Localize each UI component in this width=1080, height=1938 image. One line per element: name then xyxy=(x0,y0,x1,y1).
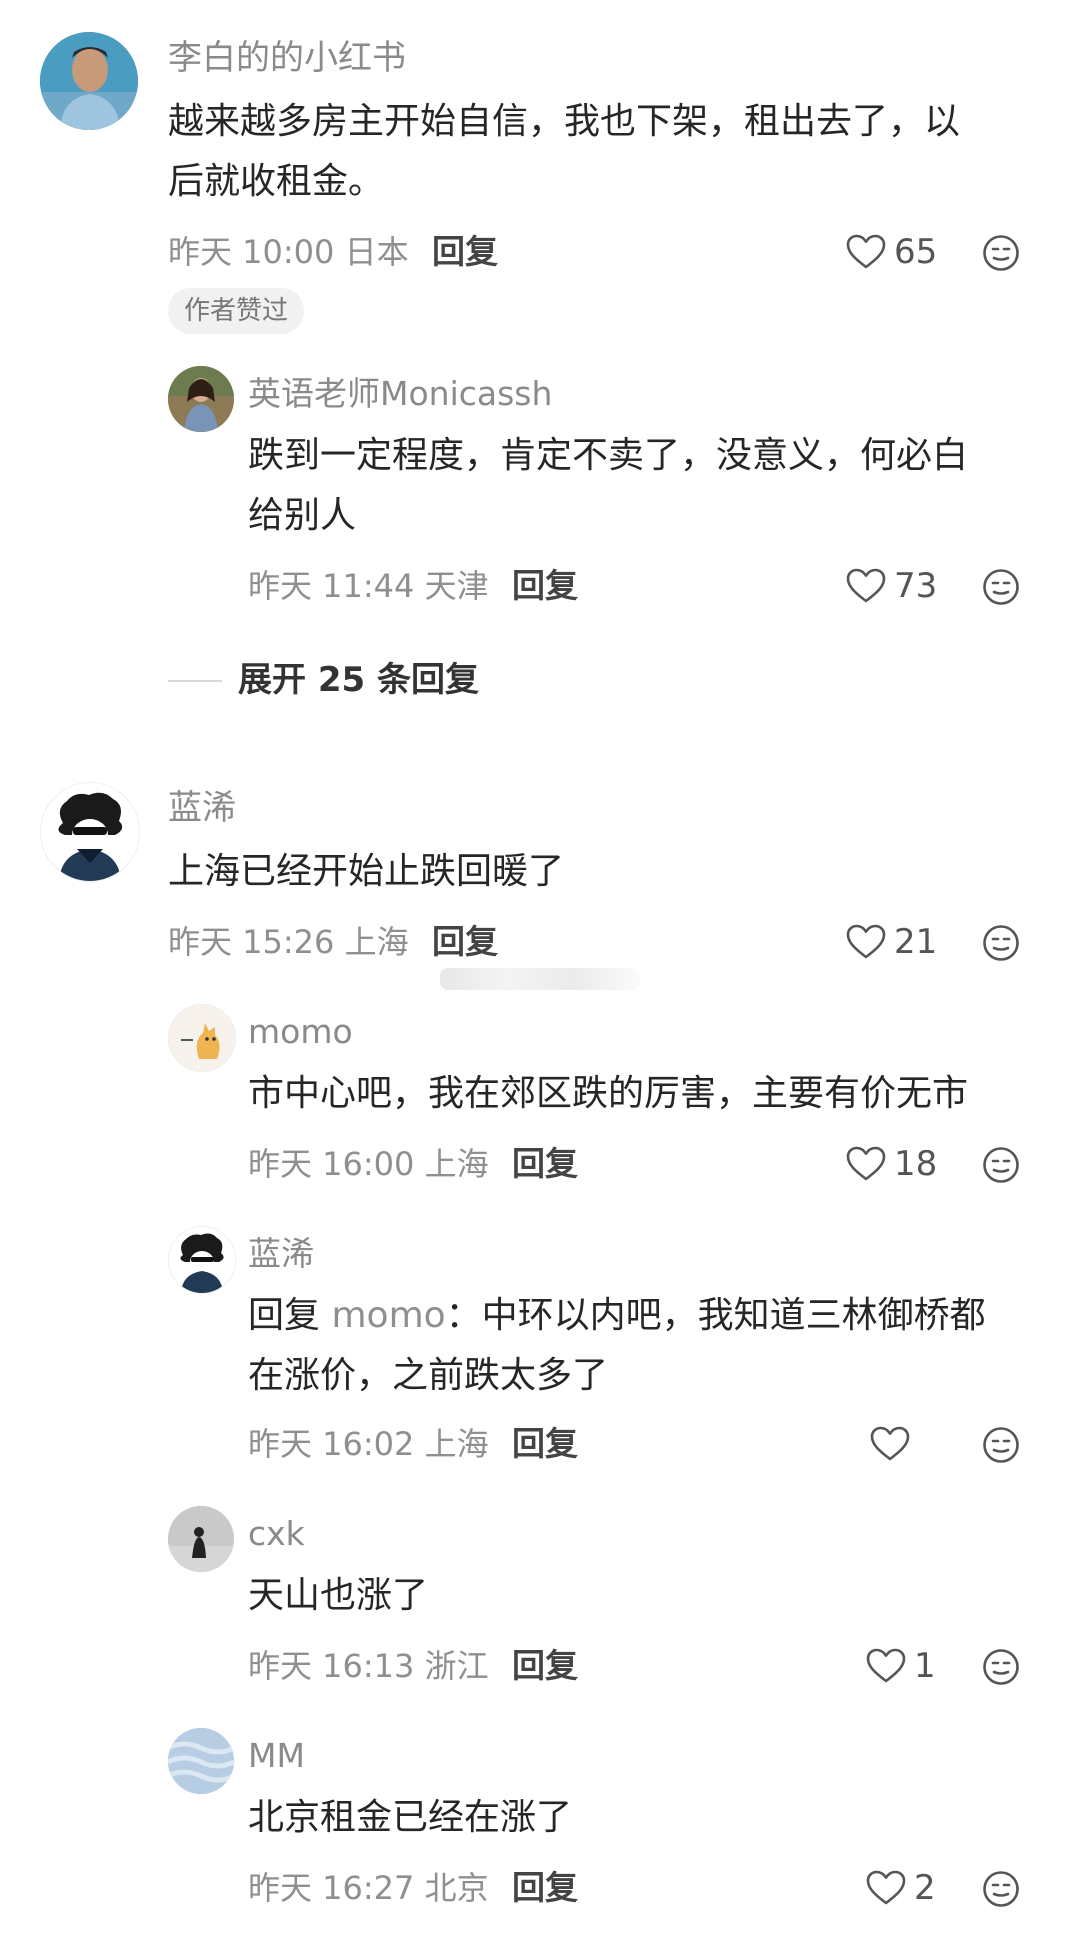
username[interactable]: 蓝浠 xyxy=(248,1234,314,1274)
reply-button[interactable]: 回复 xyxy=(432,232,498,272)
comment-meta: 昨天 11:44 天津 xyxy=(248,567,489,605)
comment-meta: 昨天 10:00 日本 xyxy=(168,233,409,271)
like-count: 73 xyxy=(894,566,938,606)
emoji-face-icon[interactable] xyxy=(982,1146,1020,1184)
reply-button[interactable]: 回复 xyxy=(512,1868,578,1908)
reply-text: ：中环以内吧，我知道三林御桥都 xyxy=(445,1295,986,1336)
heart-outline-icon[interactable] xyxy=(866,1870,906,1906)
comment-text-line: 市中心吧，我在郊区跌的厉害，主要有价无市 xyxy=(248,1073,969,1114)
reply-button[interactable]: 回复 xyxy=(512,1144,578,1184)
emoji-face-icon[interactable] xyxy=(982,1426,1020,1464)
mention-link[interactable]: momo xyxy=(331,1295,445,1336)
comment-text-line: 天山也涨了 xyxy=(248,1575,429,1616)
heart-outline-icon[interactable] xyxy=(846,1146,886,1182)
heart-outline-icon[interactable] xyxy=(846,924,886,960)
comment-text-line: 回复 momo：中环以内吧，我知道三林御桥都 xyxy=(248,1286,986,1346)
username[interactable]: 李白的的小红书 xyxy=(168,38,406,78)
comment-text-line: 越来越多房主开始自信，我也下架，租出去了，以 xyxy=(168,101,961,142)
comment-text-line: 给别人 xyxy=(248,495,357,536)
comment-meta: 昨天 15:26 上海 xyxy=(168,923,409,961)
like-count: 1 xyxy=(914,1646,936,1686)
emoji-face-icon[interactable] xyxy=(982,568,1020,606)
like-count: 21 xyxy=(894,922,938,962)
reply-button[interactable]: 回复 xyxy=(512,566,578,606)
username[interactable]: 蓝浠 xyxy=(168,788,236,828)
heart-outline-icon[interactable] xyxy=(846,234,886,270)
avatar[interactable] xyxy=(168,1226,236,1294)
author-liked-badge: 作者赞过 xyxy=(168,288,305,334)
reply-button[interactable]: 回复 xyxy=(432,922,498,962)
username[interactable]: 英语老师Monicassh xyxy=(248,374,552,414)
blurred-overlay xyxy=(440,968,640,990)
comment-meta: 昨天 16:02 上海 xyxy=(248,1425,489,1463)
emoji-face-icon[interactable] xyxy=(982,1870,1020,1908)
comment-text-line: 北京租金已经在涨了 xyxy=(248,1797,573,1838)
comment-text-line: 在涨价，之前跌太多了 xyxy=(248,1355,609,1396)
avatar[interactable] xyxy=(168,366,234,432)
comment-meta: 昨天 16:13 浙江 xyxy=(248,1647,489,1685)
reply-prefix: 回复 xyxy=(248,1295,321,1336)
heart-outline-icon[interactable] xyxy=(846,568,886,604)
avatar[interactable] xyxy=(40,782,140,882)
like-count: 2 xyxy=(914,1868,936,1908)
username[interactable]: momo xyxy=(248,1012,353,1052)
reply-button[interactable]: 回复 xyxy=(512,1424,578,1464)
username[interactable]: MM xyxy=(248,1736,305,1776)
avatar[interactable] xyxy=(168,1728,234,1794)
emoji-face-icon[interactable] xyxy=(982,234,1020,272)
expand-divider xyxy=(168,680,222,682)
heart-outline-icon[interactable] xyxy=(866,1648,906,1684)
avatar[interactable] xyxy=(168,1004,236,1072)
comment-meta: 昨天 16:27 北京 xyxy=(248,1869,489,1907)
comment-meta: 昨天 16:00 上海 xyxy=(248,1145,489,1183)
heart-outline-icon[interactable] xyxy=(870,1426,910,1462)
comment-text-line: 跌到一定程度，肯定不卖了，没意义，何必白 xyxy=(248,435,969,476)
reply-button[interactable]: 回复 xyxy=(512,1646,578,1686)
avatar[interactable] xyxy=(40,32,138,130)
emoji-face-icon[interactable] xyxy=(982,924,1020,962)
expand-replies-button[interactable]: 展开 25 条回复 xyxy=(238,658,479,702)
emoji-face-icon[interactable] xyxy=(982,1648,1020,1686)
username[interactable]: cxk xyxy=(248,1514,305,1554)
comment-text-line: 后就收租金。 xyxy=(168,161,385,202)
like-count: 65 xyxy=(894,232,938,272)
like-count: 18 xyxy=(894,1144,938,1184)
comment-text-line: 上海已经开始止跌回暖了 xyxy=(168,851,565,892)
avatar[interactable] xyxy=(168,1506,234,1572)
